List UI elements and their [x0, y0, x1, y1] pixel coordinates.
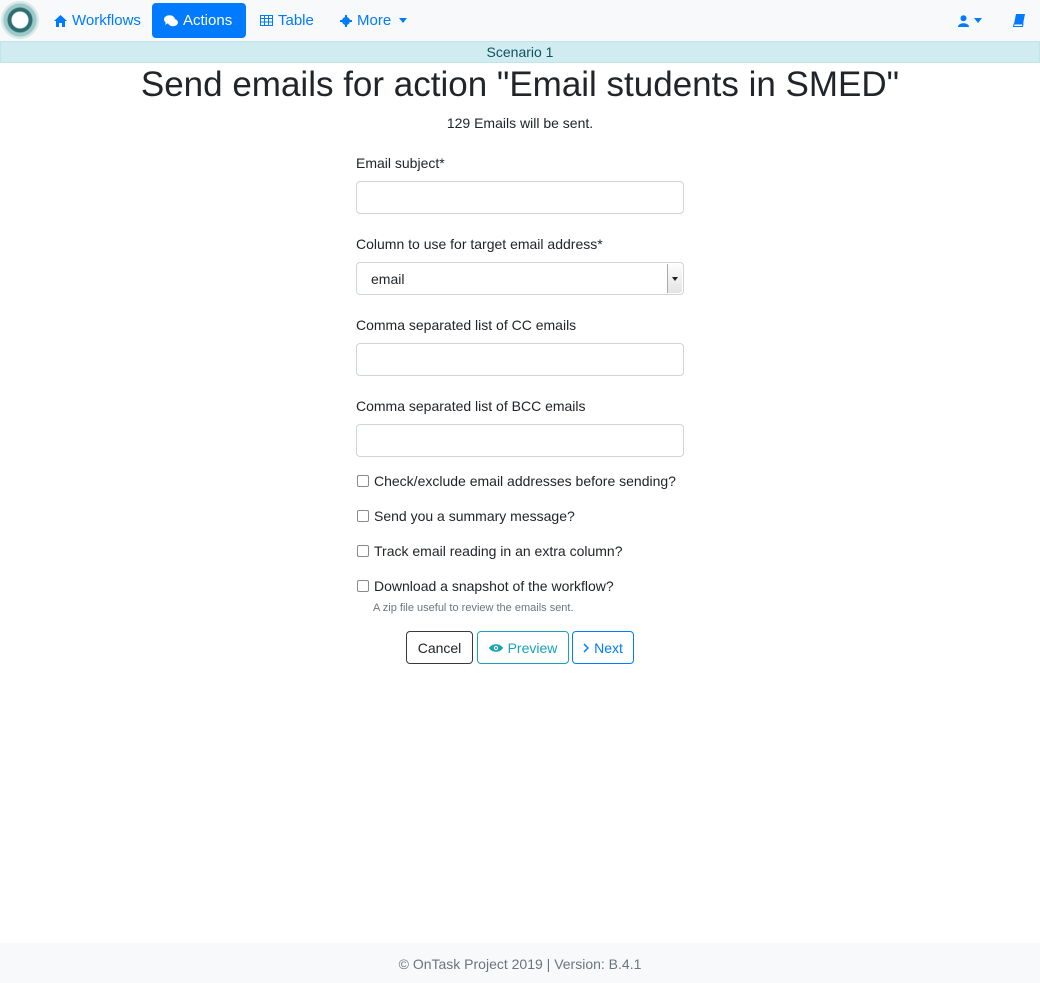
send-summary-option: Send you a summary message?: [357, 508, 575, 524]
bcc-emails-input[interactable]: [356, 424, 684, 457]
nav-table[interactable]: Table: [246, 3, 328, 38]
footer-text: © OnTask Project 2019 | Version: B.4.1: [0, 943, 1040, 983]
user-menu-dropdown[interactable]: [958, 3, 982, 38]
target-column-select[interactable]: email: [356, 262, 684, 295]
next-button-label: Next: [594, 639, 623, 656]
chevron-down-icon: [667, 264, 682, 293]
cc-emails-label: Comma separated list of CC emails: [356, 317, 577, 333]
track-reading-checkbox[interactable]: [357, 545, 369, 557]
page-title: Send emails for action "Email students i…: [140, 65, 900, 104]
download-snapshot-option: Download a snapshot of the workflow?: [357, 578, 614, 594]
target-column-label: Column to use for target email address*: [356, 236, 603, 252]
comments-icon: [164, 14, 178, 26]
check-exclude-option: Check/exclude email addresses before sen…: [357, 473, 676, 489]
cog-icon: [340, 14, 352, 27]
chevron-down-icon: [974, 18, 982, 23]
bcc-emails-label: Comma separated list of BCC emails: [356, 398, 586, 414]
nav-more-dropdown[interactable]: More: [326, 3, 421, 38]
home-icon: [54, 14, 67, 27]
preview-button-label: Preview: [507, 639, 558, 656]
nav-table-label: Table: [278, 12, 314, 29]
scenario-banner: Scenario 1: [0, 41, 1040, 63]
table-icon: [260, 15, 273, 26]
eye-icon: [488, 643, 503, 652]
target-column-value: email: [371, 271, 405, 287]
next-button[interactable]: Next: [572, 631, 634, 664]
nav-more-label: More: [357, 12, 392, 29]
chevron-right-icon: [583, 642, 590, 653]
nav-workflows-label: Workflows: [72, 12, 141, 29]
download-snapshot-checkbox[interactable]: [357, 580, 369, 592]
user-icon: [958, 14, 969, 27]
track-reading-label: Track email reading in an extra column?: [374, 543, 623, 559]
book-icon: [1013, 14, 1025, 27]
send-summary-checkbox[interactable]: [357, 510, 369, 522]
nav-workflows[interactable]: Workflows: [40, 3, 155, 38]
cancel-button[interactable]: Cancel: [406, 631, 473, 664]
ontask-logo-icon[interactable]: [1, 1, 39, 39]
cancel-button-label: Cancel: [417, 639, 462, 656]
documentation-link[interactable]: [1013, 3, 1025, 38]
nav-actions[interactable]: Actions: [152, 3, 246, 38]
preview-button[interactable]: Preview: [477, 631, 569, 664]
chevron-down-icon: [399, 18, 408, 23]
cc-emails-input[interactable]: [356, 343, 684, 376]
nav-actions-label: Actions: [183, 12, 233, 29]
snapshot-help-text: A zip file useful to review the emails s…: [373, 602, 574, 614]
track-reading-option: Track email reading in an extra column?: [357, 543, 623, 559]
check-exclude-checkbox[interactable]: [357, 475, 369, 487]
email-count-text: 129 Emails will be sent.: [446, 115, 594, 131]
top-navbar: Workflows Actions Table More: [0, 0, 1040, 41]
send-summary-label: Send you a summary message?: [374, 508, 575, 524]
check-exclude-label: Check/exclude email addresses before sen…: [374, 473, 676, 489]
email-subject-input[interactable]: [356, 181, 684, 214]
email-subject-label: Email subject*: [356, 155, 445, 171]
download-snapshot-label: Download a snapshot of the workflow?: [374, 578, 614, 594]
